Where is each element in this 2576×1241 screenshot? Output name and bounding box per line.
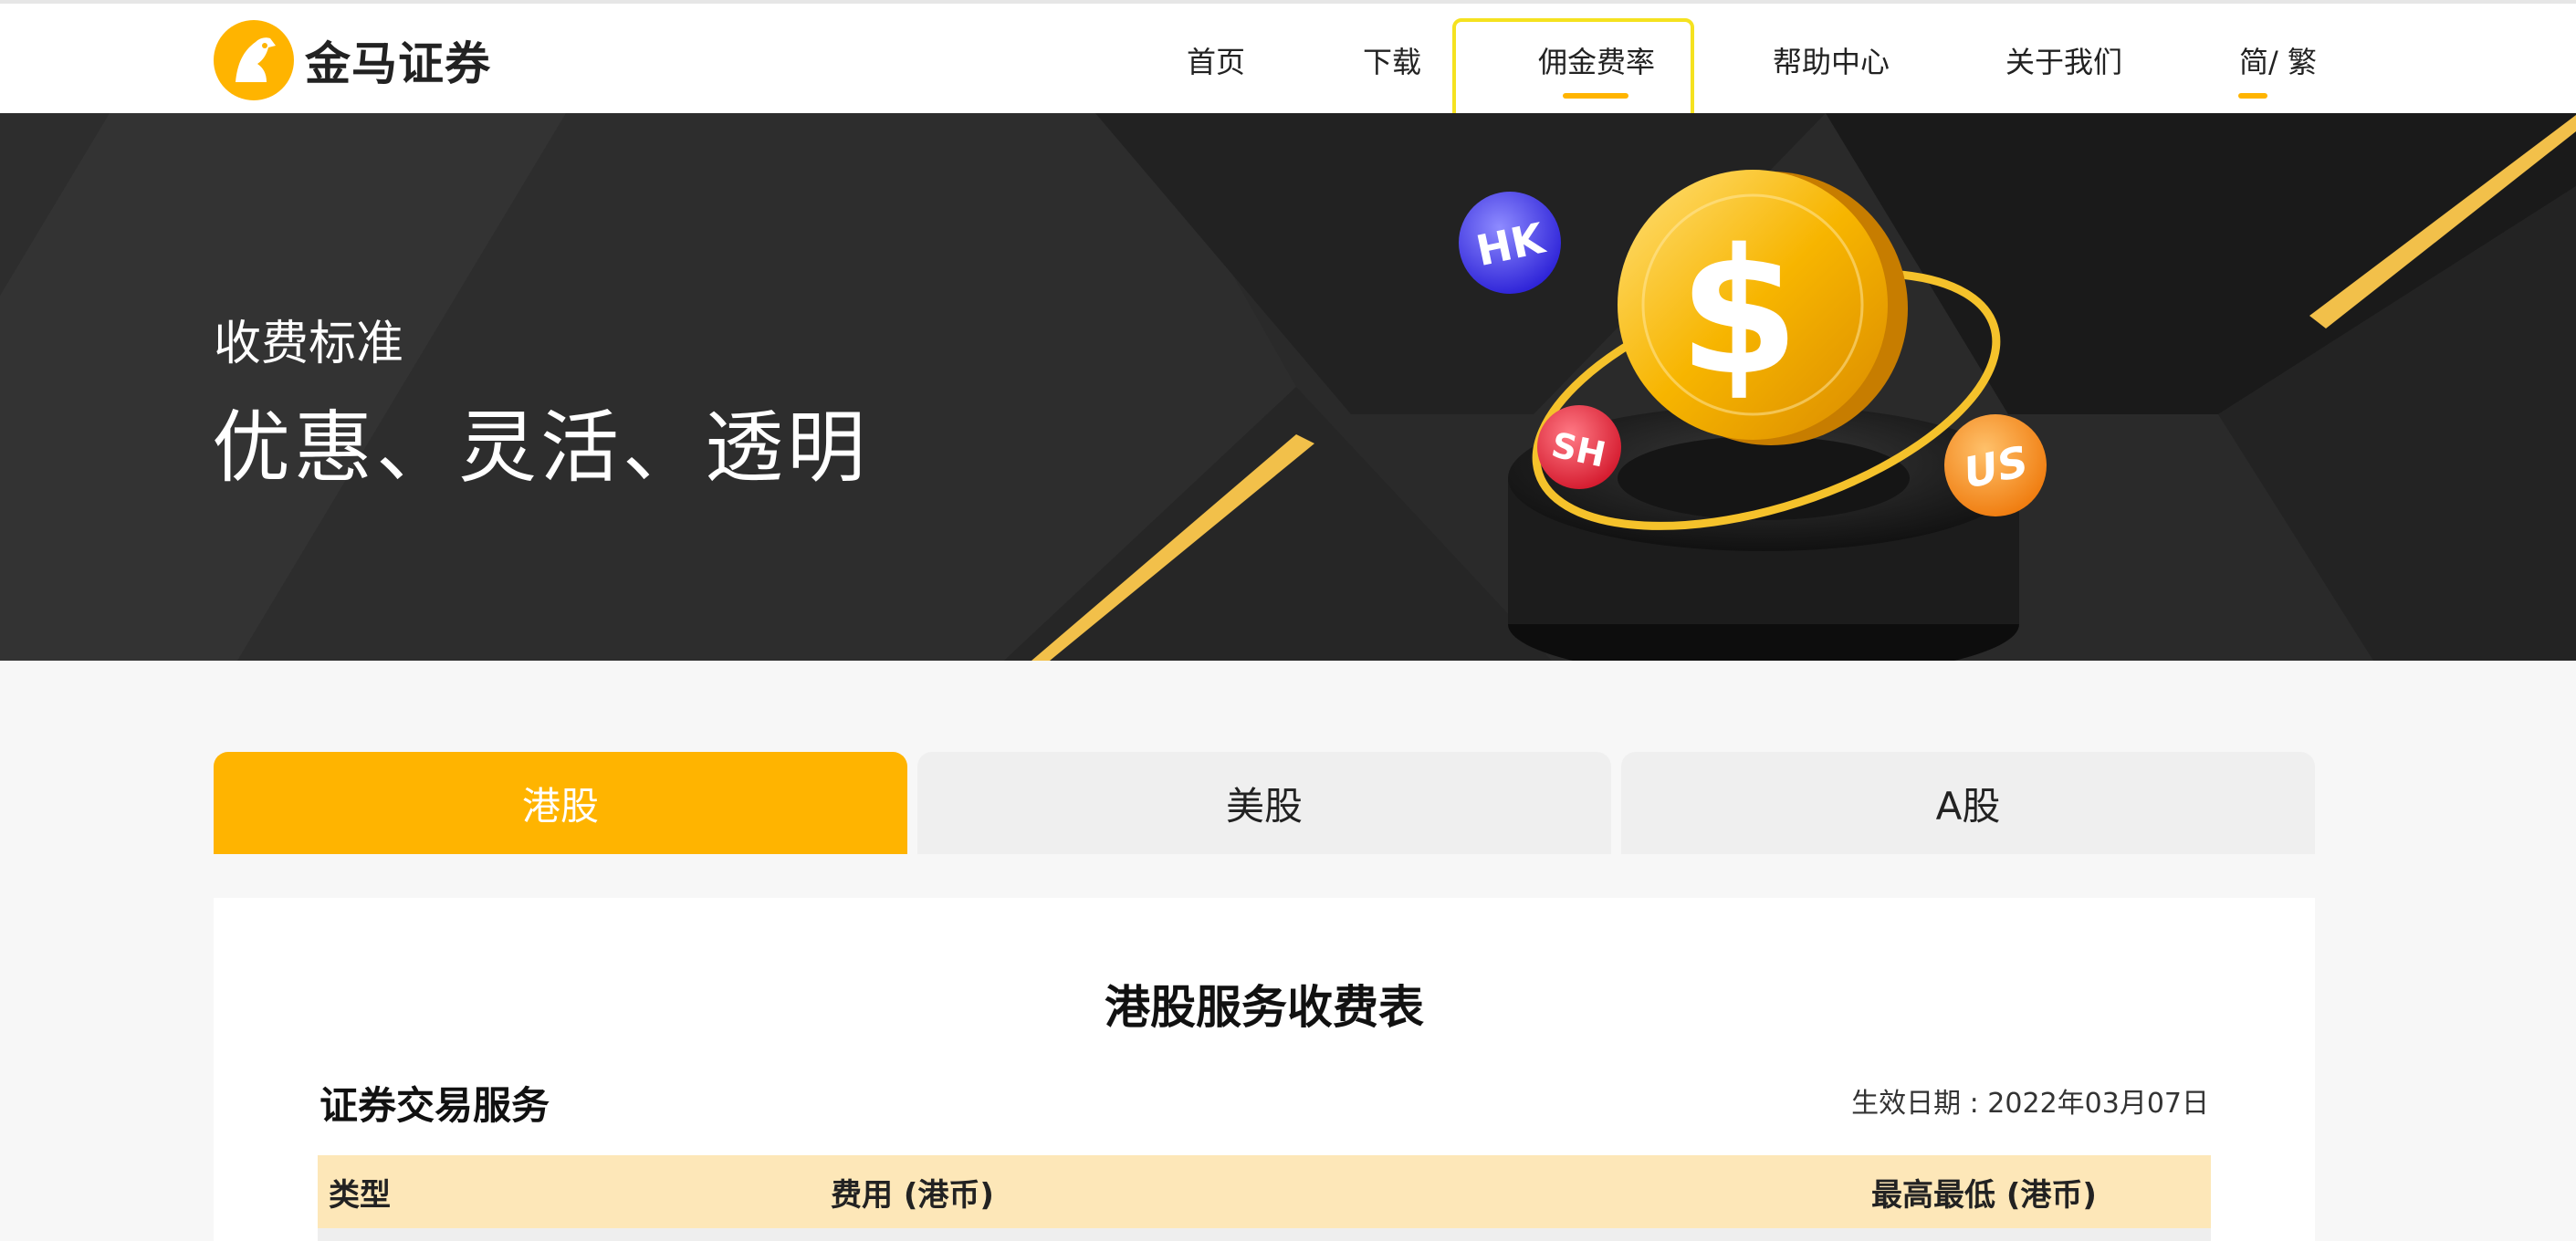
column-header-type: 类型 bbox=[329, 1176, 391, 1214]
tab-a-shares[interactable]: A股 bbox=[1621, 752, 2315, 854]
fee-table-title: 港股服务收费表 bbox=[1105, 981, 1424, 1034]
table-header: 类型 费用 (港币) 最高最低 (港币) bbox=[318, 1155, 2211, 1228]
table-row bbox=[318, 1228, 2211, 1241]
hero-banner: $ HK SH US 收费标准 优惠、灵活、透明 bbox=[0, 113, 2576, 661]
tab-hk-stocks[interactable]: 港股 bbox=[214, 752, 907, 854]
fee-card: 港股服务收费表 证券交易服务 生效日期 : 2022年03月07日 类型 费用 … bbox=[214, 898, 2315, 1241]
horse-logo-icon bbox=[214, 20, 294, 100]
column-header-max-min: 最高最低 (港币) bbox=[1871, 1176, 2097, 1214]
tab-us-stocks[interactable]: 美股 bbox=[917, 752, 1611, 854]
effective-date: 生效日期 : 2022年03月07日 bbox=[1851, 1088, 2209, 1120]
coin-dollar-icon: $ bbox=[1679, 212, 1799, 413]
column-header-fee: 费用 (港币) bbox=[831, 1176, 994, 1214]
banner-title: 优惠、灵活、透明 bbox=[212, 402, 869, 494]
page: 金马证券 首页 下载 佣金费率 帮助中心 关于我们 简/ 繁 $ HK SH U… bbox=[0, 0, 2576, 1241]
language-underline bbox=[2238, 93, 2267, 99]
nav-commission-rates[interactable]: 佣金费率 bbox=[1538, 4, 1655, 117]
nav-download[interactable]: 下载 bbox=[1363, 4, 1421, 117]
top-header: 金马证券 首页 下载 佣金费率 帮助中心 关于我们 简/ 繁 bbox=[0, 0, 2576, 113]
nav-home[interactable]: 首页 bbox=[1187, 4, 1245, 117]
banner-subtitle: 收费标准 bbox=[214, 317, 404, 371]
nav-help-center[interactable]: 帮助中心 bbox=[1773, 4, 1890, 117]
market-tabs: 港股 美股 A股 bbox=[214, 752, 2315, 854]
nav-active-underline bbox=[1563, 93, 1628, 99]
nav-about-us[interactable]: 关于我们 bbox=[2005, 4, 2122, 117]
language-switch[interactable]: 简/ 繁 bbox=[2239, 4, 2317, 117]
section-title: 证券交易服务 bbox=[319, 1083, 550, 1128]
brand-name: 金马证券 bbox=[305, 37, 491, 90]
brand-logo[interactable]: 金马证券 bbox=[212, 18, 491, 102]
